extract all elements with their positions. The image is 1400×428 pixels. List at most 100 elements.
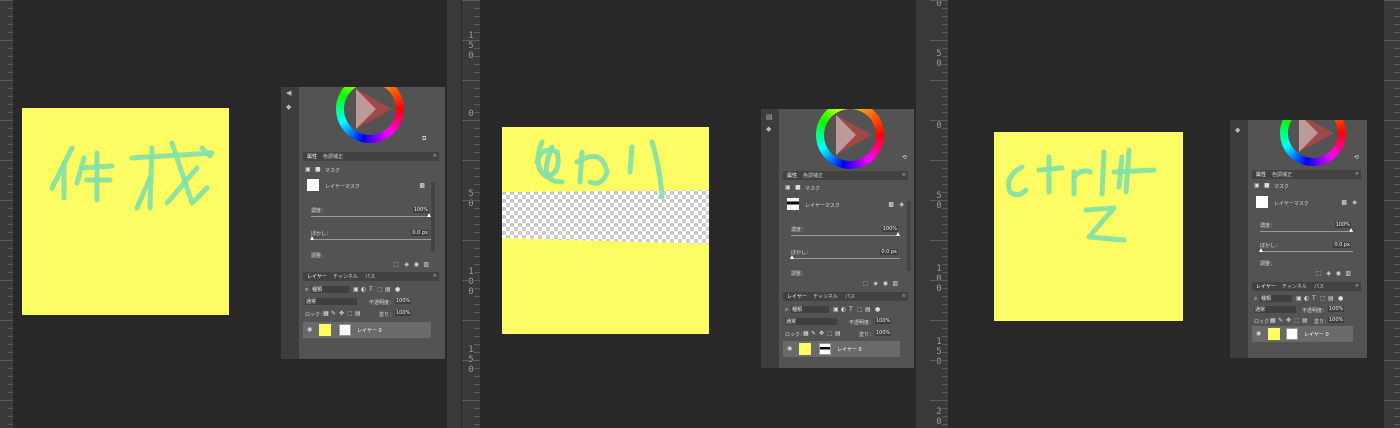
visibility-icon[interactable]: ◉	[883, 280, 888, 287]
filter-shape-icon[interactable]: ⬚	[377, 286, 383, 293]
filter-smart-icon[interactable]: ▤	[1328, 295, 1334, 302]
filter-adjust-icon[interactable]: ◐	[361, 286, 366, 293]
feather-slider[interactable]	[1260, 251, 1353, 252]
tab-layers[interactable]: レイヤー	[787, 293, 807, 300]
trash-icon[interactable]: ▥	[1345, 270, 1351, 277]
fill-value[interactable]: 100%	[395, 310, 412, 316]
pixel-mask-icon[interactable]: ▣	[785, 184, 791, 191]
filter-text-icon[interactable]: T	[849, 306, 853, 313]
density-slider[interactable]	[1260, 231, 1353, 232]
tab-paths[interactable]: パス	[1314, 283, 1324, 290]
wheel-menu-icon[interactable]: ⟲	[1354, 154, 1359, 161]
properties-layers-panel-3[interactable]: ◆ ⟲ 属性 色調補正 ≡ ▣ ■ マスク レイヤーマスク ▩ ◈ 濃度： 10…	[1230, 120, 1367, 358]
vector-mask-icon[interactable]: ■	[795, 184, 801, 191]
filter-toggle-icon[interactable]: ●	[1338, 295, 1343, 302]
history-icon[interactable]: ▤	[766, 113, 774, 121]
wheel-menu-icon[interactable]: ⟲	[902, 154, 907, 161]
lock-artboard-icon[interactable]: ⬚	[347, 310, 353, 317]
fill-value[interactable]: 100%	[875, 330, 892, 336]
tab-channels[interactable]: チャンネル	[333, 273, 358, 280]
lock-transparent-icon[interactable]: ▦	[1270, 317, 1276, 324]
layer-name[interactable]: レイヤー 0	[357, 327, 382, 334]
lock-all-icon[interactable]: ▤	[355, 310, 361, 317]
filter-smart-icon[interactable]: ▤	[865, 306, 871, 313]
layer-row[interactable]: ◉ レイヤー 0	[303, 322, 431, 338]
properties-layers-panel-1[interactable]: ◀ ◆ ⧉ 属性 色調補正 ≡ ▣ ■ マスク レイヤーマスク ▩ ◈ 濃度： …	[281, 87, 445, 359]
filter-pixel-icon[interactable]: ▣	[1296, 295, 1302, 302]
opacity-value[interactable]: 100%	[1328, 306, 1345, 312]
layer-name[interactable]: レイヤー 0	[1304, 331, 1329, 338]
layers-menu-icon[interactable]: ≡	[1355, 283, 1359, 289]
visibility-icon[interactable]: ◉	[414, 261, 419, 268]
tab-adjustments[interactable]: 色調補正	[323, 153, 343, 160]
load-selection-icon[interactable]: ⬚	[862, 280, 868, 287]
lock-image-icon[interactable]: ✎	[811, 330, 816, 337]
tab-adjustments[interactable]: 色調補正	[1272, 171, 1292, 178]
kind-select[interactable]: 種類	[791, 306, 829, 313]
panel-menu-icon[interactable]: ≡	[902, 172, 906, 178]
lock-artboard-icon[interactable]: ⬚	[827, 330, 833, 337]
kind-select[interactable]: 種類	[1260, 295, 1292, 302]
filter-text-icon[interactable]: T	[369, 286, 373, 293]
select-mask-icon[interactable]: ▩	[1341, 199, 1347, 206]
select-mask-icon[interactable]: ▩	[888, 201, 894, 208]
lock-position-icon[interactable]: ✥	[1286, 317, 1291, 324]
density-slider-thumb[interactable]	[896, 232, 900, 236]
feather-slider[interactable]	[791, 258, 900, 259]
apply-icon[interactable]: ◈	[1326, 270, 1331, 277]
layer-row[interactable]: ◉ レイヤー 0	[783, 341, 900, 357]
load-selection-icon[interactable]: ⬚	[1315, 270, 1321, 277]
tab-layers[interactable]: レイヤー	[1256, 283, 1276, 290]
filter-smart-icon[interactable]: ▤	[385, 286, 391, 293]
feather-slider-thumb[interactable]	[790, 255, 794, 259]
density-slider[interactable]	[311, 216, 431, 217]
select-mask-icon[interactable]: ▩	[419, 182, 425, 189]
tab-properties[interactable]: 属性	[787, 172, 797, 179]
lock-all-icon[interactable]: ▤	[835, 330, 841, 337]
layer-mask-thumbnail[interactable]	[339, 324, 351, 336]
filter-adjust-icon[interactable]: ◐	[841, 306, 846, 313]
apply-icon[interactable]: ◈	[404, 261, 409, 268]
filter-adjust-icon[interactable]: ◐	[1304, 295, 1309, 302]
filter-text-icon[interactable]: T	[1312, 295, 1316, 302]
tab-paths[interactable]: パス	[365, 273, 375, 280]
feather-slider-thumb[interactable]	[1259, 248, 1263, 252]
layer-mask-thumbnail[interactable]	[1286, 328, 1298, 340]
eye-icon[interactable]: ◉	[307, 326, 312, 333]
tab-properties[interactable]: 属性	[307, 153, 317, 160]
lock-all-icon[interactable]: ▤	[1302, 317, 1308, 324]
kind-select[interactable]: 種類	[311, 286, 349, 293]
vector-mask-icon[interactable]: ■	[1264, 182, 1270, 189]
apply-icon[interactable]: ◈	[873, 280, 878, 287]
blend-mode-select[interactable]: 通常	[1254, 306, 1296, 313]
visibility-icon[interactable]: ◉	[1336, 270, 1341, 277]
filter-shape-icon[interactable]: ⬚	[1320, 295, 1326, 302]
layer-mask-thumbnail[interactable]	[819, 343, 831, 355]
filter-shape-icon[interactable]: ⬚	[857, 306, 863, 313]
history-icon[interactable]: ◀	[286, 89, 294, 97]
feather-value[interactable]: 0.0 px	[1333, 242, 1351, 248]
color-wheel[interactable]	[816, 109, 884, 169]
load-selection-icon[interactable]: ⬚	[393, 261, 399, 268]
pixel-mask-icon[interactable]: ▣	[305, 166, 311, 173]
opacity-value[interactable]: 100%	[395, 298, 412, 304]
apply-mask-icon[interactable]: ◈	[1352, 199, 1357, 206]
filter-toggle-icon[interactable]: ●	[875, 306, 880, 313]
tab-channels[interactable]: チャンネル	[1282, 283, 1307, 290]
layers-menu-icon[interactable]: ≡	[433, 273, 437, 279]
tab-properties[interactable]: 属性	[1256, 171, 1266, 178]
panel-menu-icon[interactable]: ≡	[1355, 171, 1359, 177]
blend-mode-select[interactable]: 通常	[305, 298, 357, 305]
properties-scrollbar[interactable]	[431, 182, 435, 252]
color-wheel[interactable]	[1280, 120, 1346, 166]
opacity-value[interactable]: 100%	[875, 318, 892, 324]
tab-channels[interactable]: チャンネル	[813, 293, 838, 300]
filter-toggle-icon[interactable]: ●	[395, 286, 400, 293]
panel-menu-icon[interactable]: ≡	[433, 153, 437, 159]
lock-transparent-icon[interactable]: ▦	[323, 310, 329, 317]
density-slider-thumb[interactable]	[1349, 228, 1353, 232]
3d-icon[interactable]: ◆	[1235, 126, 1243, 134]
tab-paths[interactable]: パス	[845, 293, 855, 300]
feather-value[interactable]: 0.0 px	[411, 230, 429, 236]
vector-mask-icon[interactable]: ■	[315, 166, 321, 173]
